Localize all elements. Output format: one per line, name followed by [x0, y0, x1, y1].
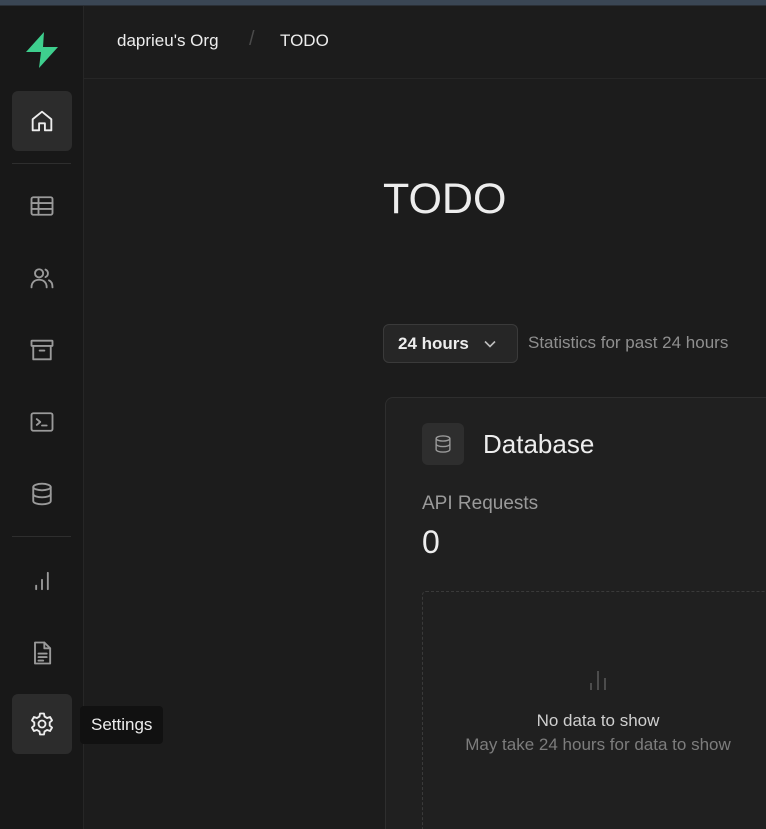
sidebar-item-reports[interactable]	[12, 551, 72, 611]
chart-empty-state: No data to show May take 24 hours for da…	[422, 591, 766, 829]
period-select[interactable]: 24 hours	[383, 324, 518, 363]
metric-label: API Requests	[422, 493, 539, 514]
settings-tooltip: Settings	[80, 706, 164, 744]
breadcrumb-org[interactable]: daprieu's Org	[117, 31, 219, 51]
period-description: Statistics for past 24 hours	[528, 333, 729, 352]
table-editor-icon	[30, 196, 54, 216]
database-icon	[435, 435, 451, 453]
sidebar-item-authentication[interactable]	[12, 248, 72, 308]
chevron-down-icon	[484, 340, 496, 348]
page-title: TODO	[383, 175, 507, 223]
logs-icon	[34, 641, 52, 665]
users-icon	[30, 268, 54, 289]
sidebar-item-database[interactable]	[12, 464, 72, 524]
bar-chart-icon	[590, 671, 606, 690]
settings-icon	[31, 712, 53, 736]
breadcrumb: daprieu's Org / TODO	[84, 6, 766, 79]
empty-state-subtitle: May take 24 hours for data to show	[465, 735, 731, 754]
sidebar	[0, 6, 84, 829]
sidebar-divider	[12, 163, 71, 164]
terminal-icon	[30, 412, 54, 432]
sidebar-item-home[interactable]	[12, 91, 72, 151]
sidebar-divider	[12, 536, 71, 537]
card-icon-box	[422, 423, 464, 465]
sidebar-item-sql-editor[interactable]	[12, 392, 72, 452]
storage-icon	[30, 339, 54, 361]
breadcrumb-separator: /	[249, 28, 255, 50]
metric-value: 0	[422, 524, 440, 560]
supabase-logo[interactable]	[22, 30, 62, 70]
database-card: Database API Requests 0 No data to show …	[385, 397, 766, 829]
home-icon	[31, 110, 53, 132]
card-title: Database	[483, 429, 595, 459]
breadcrumb-project[interactable]: TODO	[280, 31, 329, 51]
database-icon	[32, 482, 52, 506]
empty-state-title: No data to show	[536, 711, 660, 730]
sidebar-item-storage[interactable]	[12, 320, 72, 380]
sidebar-item-settings[interactable]	[12, 694, 72, 754]
sidebar-item-logs[interactable]	[12, 623, 72, 683]
period-select-value: 24 hours	[398, 333, 469, 353]
reports-icon	[35, 571, 49, 591]
sidebar-item-table-editor[interactable]	[12, 176, 72, 236]
